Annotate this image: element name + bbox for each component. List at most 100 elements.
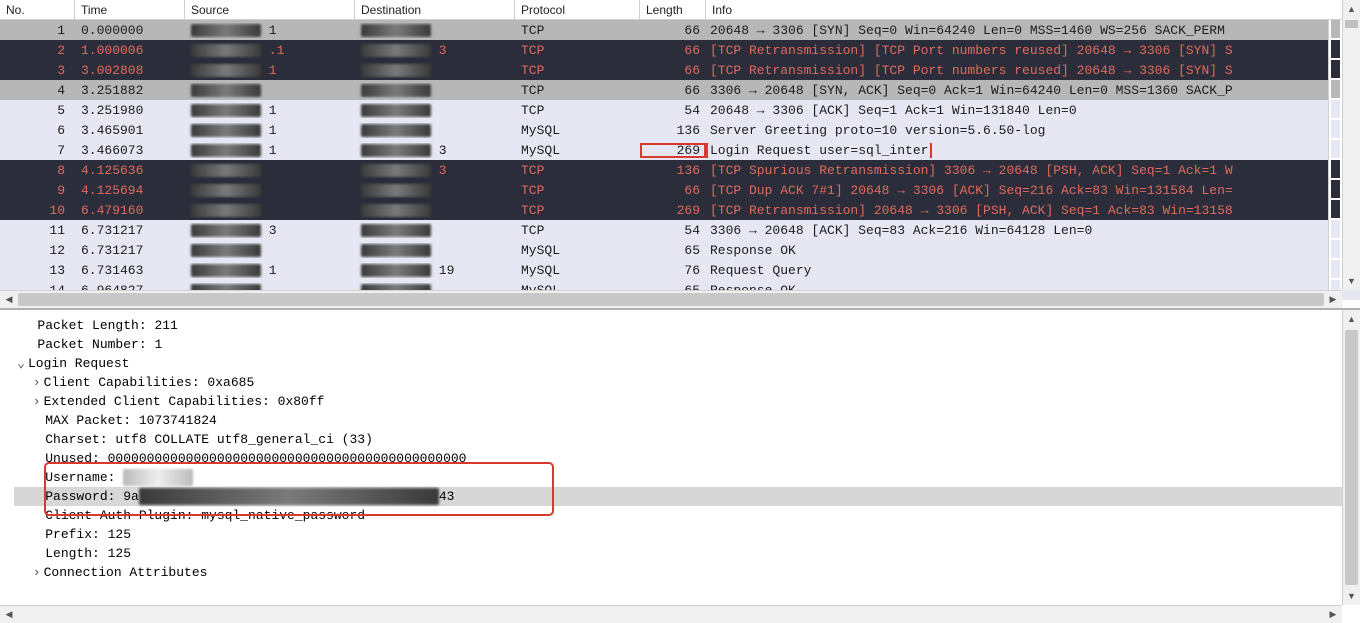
row-marker [1331,120,1340,138]
redacted-ip [191,23,261,38]
cell-info: Request Query [706,263,1360,278]
scroll-up-icon[interactable]: ▲ [1343,310,1360,328]
cell-no: 8 [0,163,75,178]
packet-row[interactable]: 43.251882 TCP663306 → 20648 [SYN, ACK] S… [0,80,1360,100]
scroll-thumb[interactable] [1345,330,1358,585]
redacted-ip [361,203,431,218]
cell-time: 4.125694 [75,183,185,198]
packet-row[interactable]: 21.000006 .1 3TCP66[TCP Retransmission] … [0,40,1360,60]
scroll-right-icon[interactable]: ▶ [1324,606,1342,623]
cell-info: [TCP Retransmission] 20648 → 3306 [PSH, … [706,203,1360,218]
cell-destination [355,223,515,238]
row-marker [1331,100,1340,118]
packet-list-pane: No. Time Source Destination Protocol Len… [0,0,1360,310]
scroll-down-icon[interactable]: ▼ [1343,587,1360,605]
detail-conn-attrs[interactable]: ›Connection Attributes [14,563,1342,582]
col-header-time[interactable]: Time [75,0,185,19]
chevron-right-icon[interactable]: › [30,373,44,392]
cell-destination [355,203,515,218]
cell-no: 4 [0,83,75,98]
packet-row[interactable]: 84.125636 3TCP136[TCP Spurious Retransmi… [0,160,1360,180]
cell-destination [355,23,515,38]
packet-row[interactable]: 94.125694 TCP66[TCP Dup ACK 7#1] 20648 →… [0,180,1360,200]
packet-row[interactable]: 116.731217 3 TCP543306 → 20648 [ACK] Seq… [0,220,1360,240]
col-header-destination[interactable]: Destination [355,0,515,19]
packet-row[interactable]: 10.000000 1 TCP6620648 → 3306 [SYN] Seq=… [0,20,1360,40]
cell-length: 54 [640,103,706,118]
detail-client-capabilities[interactable]: ›Client Capabilities: 0xa685 [14,373,1342,392]
scroll-left-icon[interactable]: ◀ [0,291,18,308]
detail-ext-capabilities[interactable]: ›Extended Client Capabilities: 0x80ff [14,392,1342,411]
cell-protocol: MySQL [515,243,640,258]
cell-time: 3.466073 [75,143,185,158]
scroll-right-icon[interactable]: ▶ [1324,291,1342,308]
redacted-ip [191,223,261,238]
cell-destination [355,63,515,78]
detail-hscrollbar[interactable]: ◀ ▶ [0,605,1342,623]
col-header-length[interactable]: Length [640,0,706,19]
cell-length: 136 [640,163,706,178]
detail-login-request[interactable]: ⌄Login Request [14,354,1342,373]
redacted-ip [191,143,261,158]
redacted-ip [361,243,431,258]
chevron-right-icon[interactable]: › [30,392,44,411]
detail-vscrollbar[interactable]: ▲ ▼ [1342,310,1360,605]
redacted-ip [361,83,431,98]
cell-no: 3 [0,63,75,78]
col-header-source[interactable]: Source [185,0,355,19]
redacted-ip [191,183,261,198]
packet-row[interactable]: 106.479160 TCP269[TCP Retransmission] 20… [0,200,1360,220]
scroll-thumb[interactable] [1345,20,1358,28]
cell-info: [TCP Spurious Retransmission] 3306 → 206… [706,163,1360,178]
packet-row[interactable]: 33.002808 1 TCP66[TCP Retransmission] [T… [0,60,1360,80]
cell-no: 9 [0,183,75,198]
cell-protocol: TCP [515,83,640,98]
packet-row[interactable]: 63.465901 1 MySQL136Server Greeting prot… [0,120,1360,140]
cell-info: 3306 → 20648 [ACK] Seq=83 Ack=216 Win=64… [706,223,1360,238]
packet-list-hscrollbar[interactable]: ◀ ▶ [0,290,1342,308]
redacted-ip [191,203,261,218]
packet-marker-column [1328,20,1342,290]
redacted-ip [361,163,431,178]
packet-row[interactable]: 126.731217 MySQL65Response OK [0,240,1360,260]
chevron-down-icon[interactable]: ⌄ [14,354,28,373]
packet-row[interactable]: 73.466073 1 3MySQL269Login Request user=… [0,140,1360,160]
cell-source [185,203,355,218]
packet-list-vscrollbar[interactable]: ▲ ▼ [1342,0,1360,290]
cell-no: 6 [0,123,75,138]
cell-source: 1 [185,123,355,138]
redacted-ip [191,43,261,58]
cell-protocol: TCP [515,23,640,38]
redacted-ip [361,183,431,198]
packet-row[interactable]: 136.731463 1 19MySQL76Request Query [0,260,1360,280]
row-marker [1331,60,1340,78]
scroll-thumb[interactable] [18,293,1324,306]
col-header-protocol[interactable]: Protocol [515,0,640,19]
redacted-ip [361,223,431,238]
scroll-up-icon[interactable]: ▲ [1343,0,1360,18]
redacted-ip [361,123,431,138]
cell-time: 6.731217 [75,223,185,238]
packet-row[interactable]: 53.251980 1 TCP5420648 → 3306 [ACK] Seq=… [0,100,1360,120]
cell-destination: 3 [355,163,515,178]
scroll-left-icon[interactable]: ◀ [0,606,18,623]
cell-time: 3.251980 [75,103,185,118]
col-header-info[interactable]: Info [706,0,1360,19]
cell-info: 3306 → 20648 [SYN, ACK] Seq=0 Ack=1 Win=… [706,83,1360,98]
cell-source [185,83,355,98]
packet-list-header: No. Time Source Destination Protocol Len… [0,0,1360,20]
col-header-no[interactable]: No. [0,0,75,19]
detail-length: Length: 125 [14,544,1342,563]
cell-protocol: TCP [515,43,640,58]
chevron-right-icon[interactable]: › [30,563,44,582]
cell-protocol: MySQL [515,263,640,278]
cell-no: 10 [0,203,75,218]
detail-packet-length: Packet Length: 211 [14,316,1342,335]
cell-no: 13 [0,263,75,278]
row-marker [1331,240,1340,258]
scroll-down-icon[interactable]: ▼ [1343,272,1360,290]
redacted-ip [191,83,261,98]
cell-source [185,163,355,178]
cell-length: 66 [640,183,706,198]
packet-rows: 10.000000 1 TCP6620648 → 3306 [SYN] Seq=… [0,20,1360,300]
